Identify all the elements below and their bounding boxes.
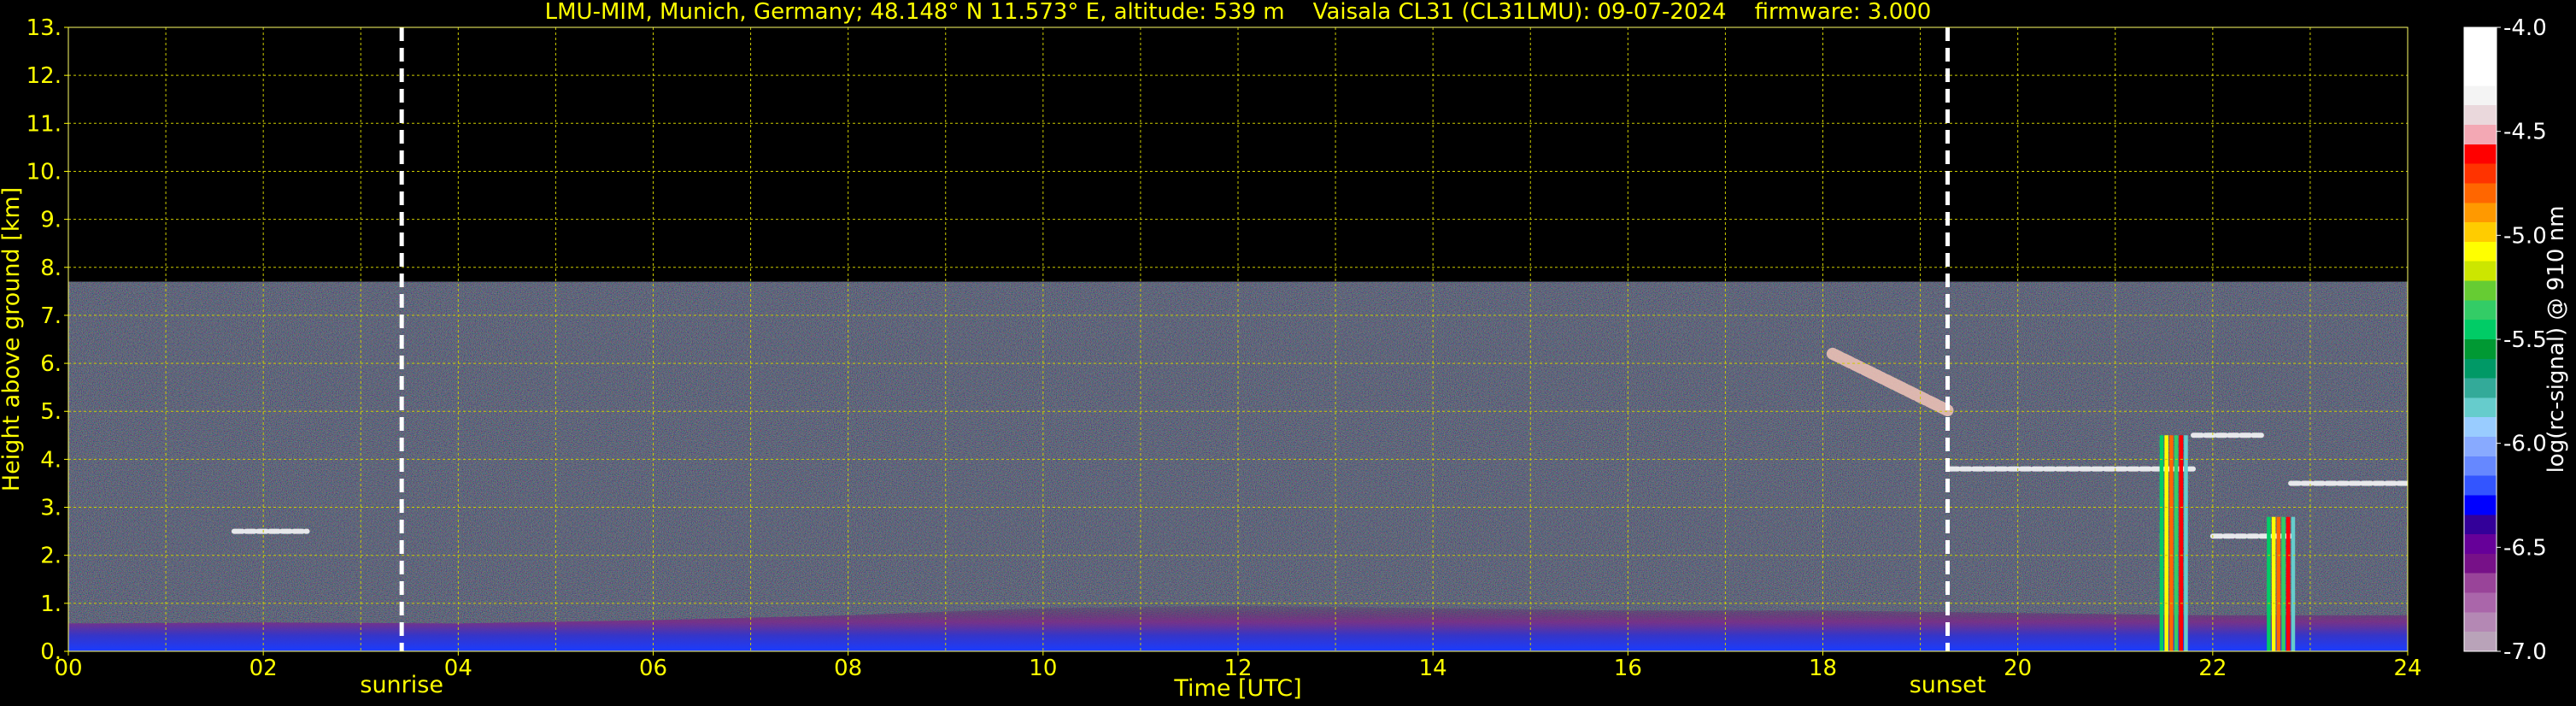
x-tick-label: 04 bbox=[444, 656, 472, 681]
y-tick-label: 9. bbox=[40, 208, 62, 233]
x-tick-label: 16 bbox=[1614, 656, 1642, 681]
colorbar-gradient bbox=[2464, 27, 2497, 651]
y-tick-label: 3. bbox=[40, 496, 62, 521]
y-tick-label: 1. bbox=[40, 591, 62, 617]
x-tick-label: 14 bbox=[1419, 656, 1447, 681]
chart-title: LMU-MIM, Munich, Germany; 48.148° N 11.5… bbox=[545, 0, 1932, 25]
x-tick-label: 06 bbox=[639, 656, 667, 681]
y-tick-label: 11. bbox=[26, 111, 62, 137]
y-tick-label: 0. bbox=[40, 639, 62, 665]
colorbar-ticks: -4.0 -4.5 -5.0 -5.5 -6.0 -6.5 -7.0 bbox=[2497, 15, 2547, 665]
y-tick-label: 7. bbox=[40, 303, 62, 329]
colorbar-tick-label: -4.5 bbox=[2503, 120, 2547, 145]
y-tick-label: 13. bbox=[26, 15, 62, 41]
y-tick-label: 5. bbox=[40, 399, 62, 425]
y-tick-label: 4. bbox=[40, 447, 62, 473]
colorbar-label: log(rc-signal) @ 910 nm bbox=[2544, 206, 2569, 474]
x-tick-label: 24 bbox=[2393, 656, 2421, 681]
sunrise-label: sunrise bbox=[360, 672, 443, 698]
y-tick-label: 6. bbox=[40, 351, 62, 377]
x-tick-label: 20 bbox=[2004, 656, 2032, 681]
sunset-label: sunset bbox=[1910, 672, 1986, 698]
colorbar-tick-label: -7.0 bbox=[2503, 639, 2547, 665]
x-axis-label: Time [UTC] bbox=[1173, 675, 1301, 702]
x-tick-label: 10 bbox=[1029, 656, 1057, 681]
colorbar-tick-label: -6.5 bbox=[2503, 535, 2547, 561]
colorbar-tick-label: -5.5 bbox=[2503, 327, 2547, 353]
y-tick-label: 10. bbox=[26, 159, 62, 185]
x-tick-label: 18 bbox=[1809, 656, 1837, 681]
colorbar-tick-label: -5.0 bbox=[2503, 223, 2547, 249]
x-tick-label: 22 bbox=[2198, 656, 2227, 681]
colorbar-tick-label: -6.0 bbox=[2503, 432, 2547, 457]
colorbar: -4.0 -4.5 -5.0 -5.5 -6.0 -6.5 -7.0 log(rc-sign… bbox=[2463, 15, 2569, 665]
y-tick-label: 8. bbox=[40, 256, 62, 281]
x-tick-label: 08 bbox=[834, 656, 862, 681]
colorbar-tick-label: -4.0 bbox=[2503, 15, 2547, 41]
plot-area: sunrise sunset bbox=[67, 26, 2409, 698]
y-tick-label: 12. bbox=[26, 63, 62, 89]
y-axis-label: Height above ground [km] bbox=[0, 187, 25, 491]
y-tick-label: 2. bbox=[40, 544, 62, 569]
ceilometer-chart: sunrise sunset 00 02 04 06 08 10 12 14 16 18 20 22 24… bbox=[0, 0, 2569, 702]
y-axis-ticks: 0. 1. 2. 3. 4. 5. 6. 7. 8. 9. 10. 11. 12. 13. bbox=[26, 15, 68, 665]
x-tick-label: 02 bbox=[249, 656, 278, 681]
